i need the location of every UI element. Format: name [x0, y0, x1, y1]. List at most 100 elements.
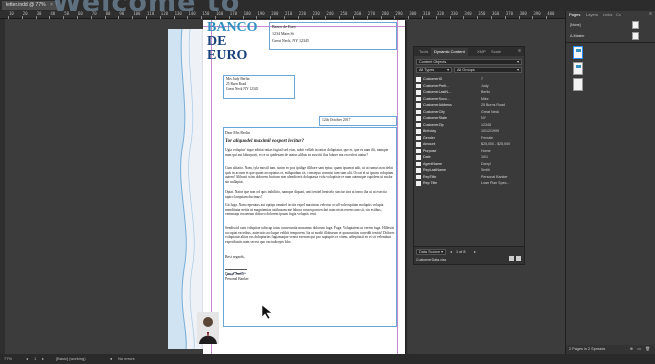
page-size-icon[interactable]: ▭ — [637, 345, 641, 354]
document-tab-title: letter.indd @ 77% — [6, 2, 46, 8]
ruler-tick-label: 160 — [216, 11, 224, 16]
link-icon[interactable] — [509, 256, 514, 261]
data-source-label: Data Source — [419, 250, 441, 254]
ruler-tick-label: 110 — [147, 11, 155, 16]
preflight-profile[interactable]: [Basic] (working) — [56, 354, 86, 364]
data-file-name[interactable]: CustomerData.xlsx — [416, 257, 446, 263]
a-master-thumb — [632, 32, 639, 40]
recipient-city: Great Neck NY 12345 — [226, 87, 259, 91]
type-filter-select[interactable]: All Types ▾ — [416, 67, 452, 73]
bank-street: 1234 Main St — [272, 31, 294, 36]
field-icon — [416, 122, 421, 127]
ruler-tick-label: 20 — [22, 11, 28, 16]
type-filter-label: All Types — [419, 68, 435, 72]
field-icon — [416, 168, 421, 173]
field-icon — [416, 181, 421, 186]
status-dot-icon: ● — [110, 356, 113, 361]
page-thumb-2[interactable] — [573, 62, 583, 75]
ruler-tick-label: 190 — [257, 11, 265, 16]
tab-dynamic-content[interactable]: Dynamic Content — [431, 48, 468, 56]
letter-heading: Tor aliquodel maximil eosport lecitur? — [225, 139, 304, 144]
panel-menu-icon[interactable]: ≡ — [649, 11, 652, 17]
prev-record-icon[interactable]: ◂ — [450, 249, 452, 255]
field-icon — [416, 155, 421, 160]
data-source-select[interactable]: Data Source ▾ — [416, 249, 446, 255]
bank-logo[interactable]: BANCO DE EURO — [203, 20, 266, 63]
field-icon — [416, 161, 421, 166]
paragraph-1: Ugia voluptur' itque editiat ratias fugi… — [225, 148, 389, 157]
ruler-tick-label: 230 — [312, 11, 320, 16]
ruler-tick-label: 240 — [326, 11, 334, 16]
panel-menu-icon[interactable]: ≡ — [518, 48, 521, 54]
field-icon — [416, 103, 421, 108]
ruler-tick-label: 280 — [381, 11, 389, 16]
ruler-tick-label: 70 — [91, 11, 97, 16]
logo-icon — [576, 49, 581, 52]
field-icon — [416, 142, 421, 147]
chevron-down-icon: ▾ — [517, 60, 519, 64]
letter-page[interactable]: BANCO DE EURO Banco de Euro 1234 Main St… — [197, 20, 405, 356]
field-icon — [416, 109, 421, 114]
tab-tools[interactable]: Tools — [416, 48, 431, 56]
ruler-tick-label: 350 — [478, 11, 486, 16]
next-record-icon[interactable]: ▸ — [474, 249, 476, 255]
salutation: Dear Mrs Berlin — [225, 131, 250, 135]
page-thumb-1[interactable] — [573, 46, 583, 59]
margin-guide — [211, 20, 212, 356]
ruler-tick-label: 340 — [464, 11, 472, 16]
signer-title: Personal Banker — [225, 277, 249, 281]
page-thumb-3[interactable] — [573, 78, 583, 91]
a-master-row[interactable]: A-Master — [566, 31, 655, 41]
ruler-tick-label: 210 — [285, 11, 293, 16]
field-icon — [416, 135, 421, 140]
logo-line-1: BANCO — [207, 20, 258, 35]
field-icon — [416, 96, 421, 101]
tab-pages[interactable]: Pages — [569, 12, 580, 18]
pages-panel[interactable]: Pages Layers Links Cc ≡ [None] A-Master … — [565, 11, 655, 354]
panel-footer: Data Source ▾ ◂ 1 of 8 ▸ CustomerData.xls… — [414, 246, 524, 264]
field-icon — [416, 77, 421, 82]
paragraph-5: Sendiscid cum voluptiae odiscap tatus co… — [225, 226, 395, 244]
list-item[interactable]: Rep Title Loan Plan Spec... — [416, 180, 523, 187]
new-page-icon[interactable]: ⊕ — [630, 345, 633, 354]
trash-icon[interactable]: 🗑 — [645, 345, 650, 354]
ruler-tick-label: 180 — [243, 11, 251, 16]
tab-cc[interactable]: Cc — [616, 12, 621, 18]
source-select[interactable]: Content Objects ▾ — [416, 59, 522, 65]
ruler-tick-label: 300 — [409, 11, 417, 16]
agent-photo[interactable] — [197, 312, 219, 344]
source-label: Content Objects — [419, 60, 447, 64]
ruler-tick-label: 170 — [229, 11, 238, 16]
ruler-tick-label: 150 — [202, 11, 210, 16]
tab-links[interactable]: Links — [603, 12, 612, 18]
ruler-tick-label: 100 — [133, 11, 141, 16]
tab-xmp[interactable]: XMP — [474, 48, 489, 56]
field-icon — [416, 90, 421, 95]
tab-layers[interactable]: Layers — [586, 12, 598, 18]
logo-icon — [576, 65, 581, 68]
bank-name: Banco de Euro — [272, 24, 296, 29]
ruler-tick-label: 260 — [354, 11, 362, 16]
a-master-label: A-Master — [570, 34, 585, 38]
signoff: Best regards, — [225, 255, 245, 259]
ruler-tick-label: 140 — [188, 11, 196, 16]
logo-line-2: DE EURO — [207, 34, 248, 63]
horizontal-ruler[interactable]: 10 20 30 40 50 60 70 80 90 100 110 120 130 140 150 160 1… — [0, 11, 565, 19]
next-page-icon[interactable]: ▸ — [42, 354, 44, 364]
ruler-tick-label: 200 — [271, 11, 279, 16]
group-filter-select[interactable]: All Groups ▾ — [454, 67, 522, 73]
page-number[interactable]: 1 — [34, 354, 36, 364]
none-master-row[interactable]: [None] — [566, 20, 655, 30]
pages-count: 2 Pages in 2 Spreads — [569, 347, 606, 351]
ruler-tick-label: 40 — [50, 11, 56, 16]
zoom-level[interactable]: 77% — [4, 354, 12, 364]
document-tab[interactable]: letter.indd @ 77% × — [2, 1, 57, 10]
paragraph-4: Git fuga. Nam reperatus aut optiqu omnit… — [225, 203, 384, 217]
dynamic-content-panel[interactable]: Tools Dynamic Content XMP Scale ≡ Conten… — [413, 46, 525, 265]
refresh-icon[interactable] — [516, 256, 521, 261]
prev-page-icon[interactable]: ◂ — [26, 354, 28, 364]
none-master-label: [None] — [570, 23, 581, 27]
field-icon — [416, 148, 421, 153]
tab-scale[interactable]: Scale — [488, 48, 504, 56]
ruler-tick-label: 220 — [298, 11, 307, 16]
